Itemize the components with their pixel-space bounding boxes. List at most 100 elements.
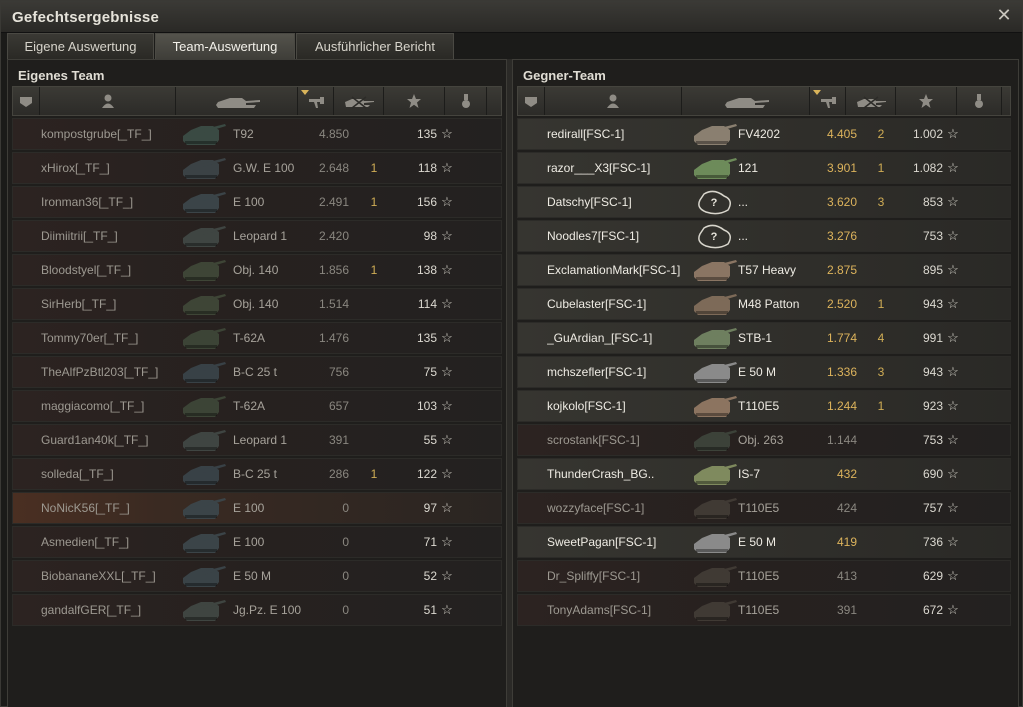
star-icon: ☆ (441, 126, 453, 141)
damage-value: 424 (836, 501, 857, 515)
medal-icon (975, 94, 983, 108)
own-team-sort-medal[interactable] (445, 87, 487, 115)
tank-icon (183, 294, 226, 315)
damage-value: 0 (342, 603, 349, 617)
enemy-team-sort-platoon[interactable] (518, 87, 545, 115)
xp-value: 118 (417, 161, 437, 175)
tank-icon (183, 226, 226, 247)
star-icon: ☆ (441, 466, 453, 481)
kills-value: 1 (877, 399, 885, 413)
own-team-player-row[interactable]: Asmedien[_TF_] E 100 0 71 ☆ (12, 526, 502, 558)
own-team-sort-kills[interactable] (334, 87, 384, 115)
own-team-player-row[interactable]: Guard1an40k[_TF_] Leopard 1 391 55 ☆ (12, 424, 502, 456)
own-team-player-row[interactable]: gandalfGER[_TF_] Jg.Pz. E 100 0 51 ☆ (12, 594, 502, 626)
enemy-team-player-row[interactable]: Dr_Spliffy[FSC-1] T110E5 413 629 ☆ (517, 560, 1011, 592)
star-icon: ☆ (441, 568, 453, 583)
enemy-team-player-row[interactable]: scrostank[FSC-1] Obj. 263 1.144 753 ☆ (517, 424, 1011, 456)
enemy-team-player-row[interactable]: Datschy[FSC-1]?... 3.620 3 853 ☆ (517, 186, 1011, 218)
xp-value: 895 (922, 263, 943, 277)
kills-value: 1 (877, 161, 885, 175)
xp-value: 943 (922, 297, 943, 311)
tank-icon (215, 98, 260, 108)
own-team-player-row[interactable]: NoNicK56[_TF_] E 100 0 97 ☆ (12, 492, 502, 524)
own-team-sort-damage[interactable] (298, 87, 334, 115)
star-icon: ☆ (441, 364, 453, 379)
star-icon: ☆ (441, 330, 453, 345)
enemy-team-player-row[interactable]: razor___X3[FSC-1] 121 3.901 1 1.082 ☆ (517, 152, 1011, 184)
enemy-team-sort-tank[interactable] (682, 87, 810, 115)
damage-value: 3.901 (826, 161, 857, 175)
tab-detailed-report[interactable]: Ausführlicher Bericht (296, 33, 454, 59)
kills-icon (344, 96, 374, 109)
xp-value: 736 (922, 535, 943, 549)
enemy-team-player-row[interactable]: TonyAdams[FSC-1] T110E5 391 672 ☆ (517, 594, 1011, 626)
own-team-sort-player[interactable] (40, 87, 176, 115)
player-name: ExclamationMark[FSC-1] (547, 263, 681, 277)
enemy-team-player-row[interactable]: Cubelaster[FSC-1] M48 Patton 2.520 1 943 ☆ (517, 288, 1011, 320)
own-team-player-row[interactable]: solleda[_TF_] B-C 25 t 286 1 122 ☆ (12, 458, 502, 490)
tank-icon (694, 566, 737, 587)
enemy-team-player-row[interactable]: kojkolo[FSC-1] T110E5 1.244 1 923 ☆ (517, 390, 1011, 422)
damage-value: 3.276 (826, 229, 857, 243)
enemy-team-sort-player[interactable] (545, 87, 682, 115)
enemy-team-player-row[interactable]: mchszefler[FSC-1] E 50 M 1.336 3 943 ☆ (517, 356, 1011, 388)
own-team-player-row[interactable]: maggiacomo[_TF_] T-62A 657 103 ☆ (12, 390, 502, 422)
damage-value: 1.774 (826, 331, 857, 345)
kills-value (861, 221, 901, 251)
enemy-team-player-row[interactable]: ThunderCrash_BG.. IS-7 432 690 ☆ (517, 458, 1011, 490)
xp-value: 629 (922, 569, 943, 583)
own-team-player-row[interactable]: TheAlfPzBtl203[_TF_] B-C 25 t 756 75 ☆ (12, 356, 502, 388)
kills-value (353, 561, 395, 591)
enemy-team-player-row[interactable]: SweetPagan[FSC-1] E 50 M 419 736 ☆ (517, 526, 1011, 558)
enemy-team-player-row[interactable]: Noodles7[FSC-1]?... 3.276 753 ☆ (517, 220, 1011, 252)
kills-value (861, 459, 901, 489)
own-team-player-row[interactable]: Diimiitrii[_TF_] Leopard 1 2.420 98 ☆ (12, 220, 502, 252)
player-name: scrostank[FSC-1] (547, 433, 640, 447)
tab-own-evaluation[interactable]: Eigene Auswertung (7, 33, 154, 59)
own-team-player-row[interactable]: kompostgrube[_TF_] T92 4.850 135 ☆ (12, 118, 502, 150)
kills-value: 3 (877, 195, 885, 209)
tank-icon (183, 158, 226, 179)
player-name: Guard1an40k[_TF_] (41, 433, 149, 447)
tab-team-evaluation[interactable]: Team-Auswertung (155, 33, 295, 60)
enemy-team-player-row[interactable]: redirall[FSC-1] FV4202 4.405 2 1.002 ☆ (517, 118, 1011, 150)
own-team-player-row[interactable]: Tommy70er[_TF_] T-62A 1.476 135 ☆ (12, 322, 502, 354)
enemy-team-sort-kills[interactable] (846, 87, 896, 115)
tank-icon (694, 532, 737, 553)
own-team-sort-xp[interactable] (384, 87, 445, 115)
kills-value (353, 425, 395, 455)
star-icon: ☆ (441, 160, 453, 175)
damage-value: 4.405 (826, 127, 857, 141)
enemy-team-player-row[interactable]: wozzyface[FSC-1] T110E5 424 757 ☆ (517, 492, 1011, 524)
enemy-team-player-row[interactable]: _GuArdian_[FSC-1] STB-1 1.774 4 991 ☆ (517, 322, 1011, 354)
damage-value: 0 (342, 501, 349, 515)
damage-value: 391 (836, 603, 857, 617)
own-team-player-row[interactable]: Bloodstyel[_TF_] Obj. 140 1.856 1 138 ☆ (12, 254, 502, 286)
enemy-team-sort-medal[interactable] (957, 87, 1002, 115)
kills-value (353, 289, 395, 319)
svg-text:?: ? (711, 197, 718, 209)
damage-value: 3.620 (826, 195, 857, 209)
xp-value: 135 (416, 127, 437, 141)
kills-value (353, 595, 395, 625)
xp-value: 97 (423, 501, 437, 515)
enemy-team-sort-damage[interactable] (810, 87, 846, 115)
enemy-team-player-row[interactable]: ExclamationMark[FSC-1] T57 Heavy 2.875 895 ☆ (517, 254, 1011, 286)
damage-value: 432 (836, 467, 857, 481)
player-name: Diimiitrii[_TF_] (41, 229, 118, 243)
tank-icon (694, 328, 737, 349)
close-icon[interactable]: ✕ (995, 6, 1013, 24)
own-team-player-row[interactable]: xHirox[_TF_] G.W. E 100 2.648 1 118 ☆ (12, 152, 502, 184)
own-team-sort-platoon[interactable] (13, 87, 40, 115)
own-team-player-row[interactable]: SirHerb[_TF_] Obj. 140 1.514 114 ☆ (12, 288, 502, 320)
tank-icon (694, 158, 737, 179)
enemy-team-sort-xp[interactable] (896, 87, 957, 115)
tank-icon (183, 396, 226, 417)
xp-value: 757 (922, 501, 943, 515)
player-name: Ironman36[_TF_] (41, 195, 134, 209)
own-team-player-row[interactable]: Ironman36[_TF_] E 100 2.491 1 156 ☆ (12, 186, 502, 218)
own-team-sort-tank[interactable] (176, 87, 298, 115)
star-icon: ☆ (947, 500, 959, 515)
own-team-player-row[interactable]: BiobananeXXL[_TF_] E 50 M 0 52 ☆ (12, 560, 502, 592)
kills-value (353, 221, 395, 251)
